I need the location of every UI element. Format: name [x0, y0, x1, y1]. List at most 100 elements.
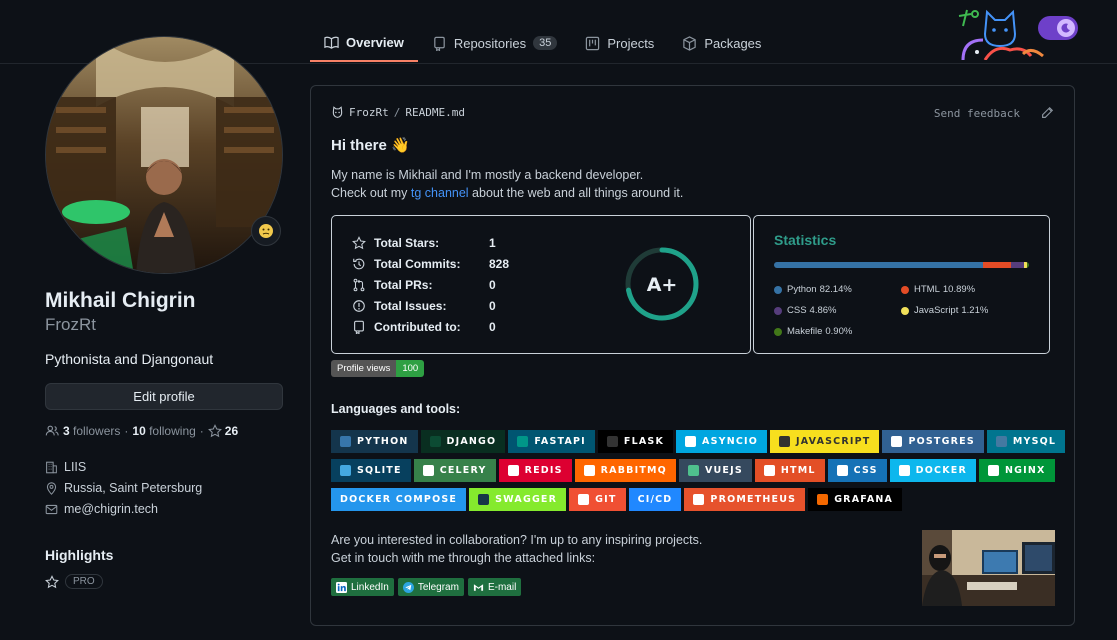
language-name: JavaScript — [914, 305, 959, 316]
tech-badge-fastapi: FASTAPI — [508, 430, 595, 453]
profile-username: FrozRt — [45, 315, 96, 334]
intro-line-2: Check out my tg channel about the web an… — [331, 184, 683, 202]
stars-link[interactable]: 26 — [207, 424, 238, 438]
avatar-container — [45, 36, 283, 274]
language-name: HTML — [914, 284, 940, 295]
star-icon — [207, 424, 222, 438]
contact-badges: LinkedIn Telegram E-mail — [331, 578, 522, 596]
language-name: Python — [787, 284, 817, 295]
tech-logo-icon — [987, 465, 999, 476]
tech-badge-ci-cd: CI/CD — [628, 488, 682, 511]
location-icon — [46, 481, 57, 495]
tech-logo-icon — [340, 436, 351, 447]
location-text: Russia, Saint Petersburg — [64, 481, 203, 495]
repo-icon — [354, 320, 364, 334]
tech-badge-label: DOCKER COMPOSE — [340, 494, 458, 505]
language-item: HTML 10.89% — [901, 284, 975, 295]
send-feedback-link[interactable]: Send feedback — [934, 107, 1020, 120]
tech-badge-label: REDIS — [524, 465, 563, 476]
tech-logo-icon — [578, 494, 590, 505]
tech-badge-css: CSS — [827, 459, 887, 482]
tech-badge-javascript: JAVASCRIPT — [770, 430, 880, 453]
language-dot — [901, 306, 909, 315]
pro-badge[interactable]: PRO — [65, 574, 103, 589]
moon-icon — [1057, 19, 1075, 37]
status-emoji-icon[interactable] — [251, 216, 281, 246]
package-icon — [683, 35, 697, 51]
tech-logo-icon — [478, 494, 490, 505]
tech-badge-git: GIT — [569, 488, 626, 511]
stat-label: Contributed to: — [374, 320, 461, 334]
tech-badge-label: MYSQL — [1012, 436, 1057, 447]
edit-profile-button[interactable]: Edit profile — [45, 383, 283, 410]
book-icon — [324, 36, 339, 49]
tech-badge-label: CELERY — [439, 465, 487, 476]
tech-badge-label: PYTHON — [357, 436, 409, 447]
tech-logo-icon — [583, 465, 595, 476]
profile-fullname: Mikhail Chigrin — [45, 289, 196, 312]
tg-channel-link[interactable]: tg channel — [411, 186, 469, 200]
octocat-icon — [332, 106, 343, 118]
language-item: Makefile 0.90% — [774, 326, 852, 337]
tech-badge-celery: CELERY — [413, 459, 496, 482]
issue-icon — [353, 300, 365, 312]
top-languages-card: Statistics Python 82.14% HTML 10.89% CSS 4.… — [753, 215, 1050, 354]
stat-label: Total PRs: — [374, 278, 433, 292]
stat-value: 0 — [489, 299, 496, 313]
tech-badge-label: NGINX — [1004, 465, 1046, 476]
tab-overview[interactable]: Overview — [310, 24, 418, 62]
profile-bio: Pythonista and Djangonaut — [45, 351, 214, 367]
language-percent: 4.86% — [809, 305, 837, 316]
pencil-icon[interactable] — [1040, 106, 1054, 120]
theme-toggle[interactable] — [1038, 16, 1078, 40]
language-bar-segment — [983, 262, 1012, 268]
tech-badge-label: FLASK — [623, 436, 665, 447]
readme-path-user[interactable]: FrozRt — [349, 106, 389, 119]
stat-value: 0 — [489, 278, 496, 292]
tech-badge-mysql: MYSQL — [986, 430, 1066, 453]
intro-post: about the web and all things around it. — [468, 186, 684, 200]
tab-packages[interactable]: Packages — [668, 24, 775, 62]
language-percent: 0.90% — [825, 326, 853, 337]
following-link[interactable]: 10 following — [132, 424, 195, 438]
readme-path-file[interactable]: README.md — [405, 106, 465, 119]
stat-row: Total Stars: 1 — [352, 236, 496, 250]
languages-title: Statistics — [774, 232, 837, 248]
badge-row: DOCKER COMPOSE SWAGGER GIT CI/CD PROMETHEUS G… — [331, 488, 1051, 511]
tab-projects[interactable]: Projects — [571, 24, 668, 62]
languages-bar — [774, 262, 1029, 268]
company-name: LIIS — [64, 460, 87, 474]
linkedin-badge[interactable]: LinkedIn — [331, 578, 394, 596]
collaboration-text: Are you interested in collaboration? I'm… — [331, 531, 702, 567]
tech-logo-icon — [517, 436, 529, 447]
mail-icon — [45, 504, 58, 514]
tech-badge-docker-compose: DOCKER COMPOSE — [331, 488, 467, 511]
following-label: following — [149, 424, 196, 438]
tech-badge-label: POSTGRES — [908, 436, 975, 447]
tech-logo-icon — [891, 436, 903, 447]
email-badge[interactable]: E-mail — [467, 578, 522, 596]
readme-intro: My name is Mikhail and I'm mostly a back… — [331, 166, 683, 202]
followers-link[interactable]: 3 followers — [63, 424, 120, 438]
profile-views-badge: Profile views 100 — [331, 360, 425, 377]
tech-badge-label: GRAFANA — [834, 494, 894, 505]
language-dot — [901, 285, 909, 294]
project-icon — [586, 36, 600, 50]
language-bar-segment — [1011, 262, 1024, 268]
avatar[interactable] — [45, 36, 283, 274]
language-name: Makefile — [787, 326, 823, 337]
tech-badge-sqlite: SQLITE — [331, 459, 411, 482]
language-percent: 10.89% — [942, 284, 976, 295]
telegram-badge[interactable]: Telegram — [397, 578, 464, 596]
tech-badge-label: SWAGGER — [495, 494, 558, 505]
tech-badge-label: CSS — [853, 465, 878, 476]
email-link[interactable]: me@chigrin.tech — [64, 502, 158, 516]
stat-label: Total Issues: — [374, 299, 447, 313]
tab-repositories[interactable]: Repositories 35 — [418, 24, 572, 62]
language-dot — [774, 327, 782, 336]
pull-request-icon — [353, 278, 365, 292]
tech-badge-redis: REDIS — [498, 459, 572, 482]
tech-logo-icon — [507, 465, 519, 476]
stat-row: Contributed to: 0 — [352, 320, 496, 334]
tech-logo-icon — [763, 465, 775, 476]
